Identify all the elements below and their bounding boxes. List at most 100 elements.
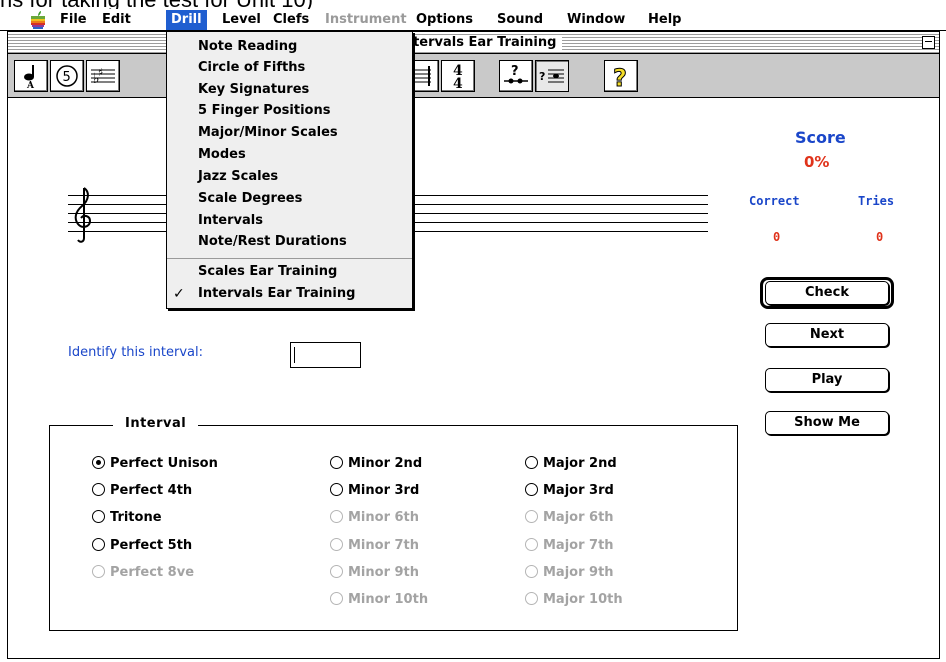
text-caret <box>294 347 295 363</box>
radio-icon <box>525 538 538 551</box>
menu-instrument[interactable]: Instrument <box>320 10 412 30</box>
menu-item-circle-of-fifths[interactable]: Circle of Fifths <box>167 57 412 79</box>
radio-minor-9th[interactable]: Minor 9th <box>330 564 419 582</box>
correct-count: 0 <box>773 230 781 244</box>
check-button[interactable]: Check <box>765 281 889 305</box>
menu-help[interactable]: Help <box>643 10 686 30</box>
svg-text:?: ? <box>511 64 519 79</box>
scale-quiz-button[interactable]: ? <box>535 60 569 92</box>
help-icon: ? <box>613 64 628 91</box>
radio-major-7th[interactable]: Major 7th <box>525 537 614 555</box>
radio-minor-6th[interactable]: Minor 6th <box>330 509 419 527</box>
menu-clefs[interactable]: Clefs <box>268 10 314 30</box>
time-signature-icon: 4 4 <box>453 63 463 90</box>
menu-item-note-reading[interactable]: Note Reading <box>167 36 412 58</box>
radio-icon <box>525 565 538 578</box>
interval-group-legend: Interval <box>113 416 199 431</box>
toolbar: A 5 ♭ ♯ 4 4 ? ? ? <box>8 54 939 98</box>
menu-options[interactable]: Options <box>411 10 478 30</box>
interval-group: Interval Perfect Unison Perfect 4th Trit… <box>49 416 738 631</box>
radio-icon <box>92 483 105 496</box>
svg-text:A: A <box>26 81 35 89</box>
radio-minor-7th[interactable]: Minor 7th <box>330 537 419 555</box>
menu-item-key-signatures[interactable]: Key Signatures <box>167 79 412 101</box>
radio-minor-3rd[interactable]: Minor 3rd <box>330 482 419 500</box>
radio-selected-icon <box>92 456 105 469</box>
scale-quiz-icon: ? <box>539 69 564 83</box>
main-window: Intervals Ear Training A 5 ♭ ♯ 4 4 ? ? ?… <box>7 31 940 659</box>
radio-major-2nd[interactable]: Major 2nd <box>525 455 617 473</box>
menu-window[interactable]: Window <box>562 10 630 30</box>
radio-major-6th[interactable]: Major 6th <box>525 509 614 527</box>
svg-text:♯: ♯ <box>98 66 103 79</box>
circle-of-fifths-button[interactable]: 5 <box>50 60 84 92</box>
next-button[interactable]: Next <box>765 323 889 347</box>
svg-text:?: ? <box>539 70 545 83</box>
menu-item-intervals-ear-training[interactable]: ✓ Intervals Ear Training <box>167 283 412 305</box>
menu-item-scale-degrees[interactable]: Scale Degrees <box>167 188 412 210</box>
radio-icon <box>92 565 105 578</box>
checkmark-icon: ✓ <box>173 286 185 302</box>
radio-perfect-8ve[interactable]: Perfect 8ve <box>92 564 194 582</box>
svg-text:5: 5 <box>63 70 71 85</box>
svg-text:?: ? <box>613 64 627 90</box>
menu-separator <box>167 258 412 259</box>
radio-icon <box>525 483 538 496</box>
radio-icon <box>330 565 343 578</box>
zoom-box-icon[interactable] <box>922 36 935 49</box>
title-bar[interactable]: Intervals Ear Training <box>8 32 939 54</box>
radio-major-9th[interactable]: Major 9th <box>525 564 614 582</box>
tries-label: Tries <box>858 194 895 208</box>
menu-file[interactable]: File <box>55 10 92 30</box>
circle-five-icon: 5 <box>56 65 78 87</box>
radio-icon <box>330 592 343 605</box>
menu-sound[interactable]: Sound <box>492 10 548 30</box>
radio-major-3rd[interactable]: Major 3rd <box>525 482 614 500</box>
interval-quiz-icon: ? <box>504 64 528 84</box>
help-button[interactable]: ? <box>604 60 638 92</box>
radio-minor-10th[interactable]: Minor 10th <box>330 591 428 609</box>
radio-tritone[interactable]: Tritone <box>92 509 162 527</box>
key-signature-button[interactable]: ♭ ♯ <box>86 60 120 92</box>
menu-item-5-finger-positions[interactable]: 5 Finger Positions <box>167 100 412 122</box>
radio-icon <box>330 456 343 469</box>
window-title: Intervals Ear Training <box>393 35 563 51</box>
radio-perfect-4th[interactable]: Perfect 4th <box>92 482 192 500</box>
menu-item-note-rest-durations[interactable]: Note/Rest Durations <box>167 231 412 253</box>
apple-logo-icon[interactable] <box>28 10 48 30</box>
score-percent: 0% <box>804 153 830 171</box>
radio-icon <box>525 510 538 523</box>
menu-edit[interactable]: Edit <box>97 10 136 30</box>
radio-icon <box>92 510 105 523</box>
interval-quiz-button[interactable]: ? <box>499 60 533 92</box>
menu-bar: File Edit Drill Level Clefs Instrument O… <box>0 9 946 31</box>
tries-count: 0 <box>876 230 884 244</box>
menu-level[interactable]: Level <box>217 10 266 30</box>
drill-dropdown-menu: Note Reading Circle of Fifths Key Signat… <box>166 31 413 309</box>
note-reading-button[interactable]: A <box>14 60 48 92</box>
menu-item-scales-ear-training[interactable]: Scales Ear Training <box>167 261 412 283</box>
radio-icon <box>330 510 343 523</box>
radio-perfect-5th[interactable]: Perfect 5th <box>92 537 192 555</box>
radio-icon <box>92 538 105 551</box>
staff-icon <box>413 66 431 86</box>
radio-minor-2nd[interactable]: Minor 2nd <box>330 455 422 473</box>
radio-icon <box>330 483 343 496</box>
treble-clef-icon <box>74 187 92 243</box>
menu-item-major-minor-scales[interactable]: Major/Minor Scales <box>167 122 412 144</box>
correct-label: Correct <box>749 194 800 208</box>
play-button[interactable]: Play <box>765 368 889 392</box>
radio-perfect-unison[interactable]: Perfect Unison <box>92 455 218 473</box>
note-a-icon: A <box>24 65 35 89</box>
menu-item-jazz-scales[interactable]: Jazz Scales <box>167 166 412 188</box>
radio-icon <box>330 538 343 551</box>
interval-answer-input[interactable] <box>290 342 361 368</box>
show-me-button[interactable]: Show Me <box>765 411 889 435</box>
menu-drill[interactable]: Drill <box>166 10 207 30</box>
svg-text:4: 4 <box>453 76 463 90</box>
time-signature-button[interactable]: 4 4 <box>441 60 475 92</box>
score-title: Score <box>795 128 846 147</box>
radio-major-10th[interactable]: Major 10th <box>525 591 623 609</box>
menu-item-modes[interactable]: Modes <box>167 144 412 166</box>
menu-item-intervals[interactable]: Intervals <box>167 210 412 232</box>
